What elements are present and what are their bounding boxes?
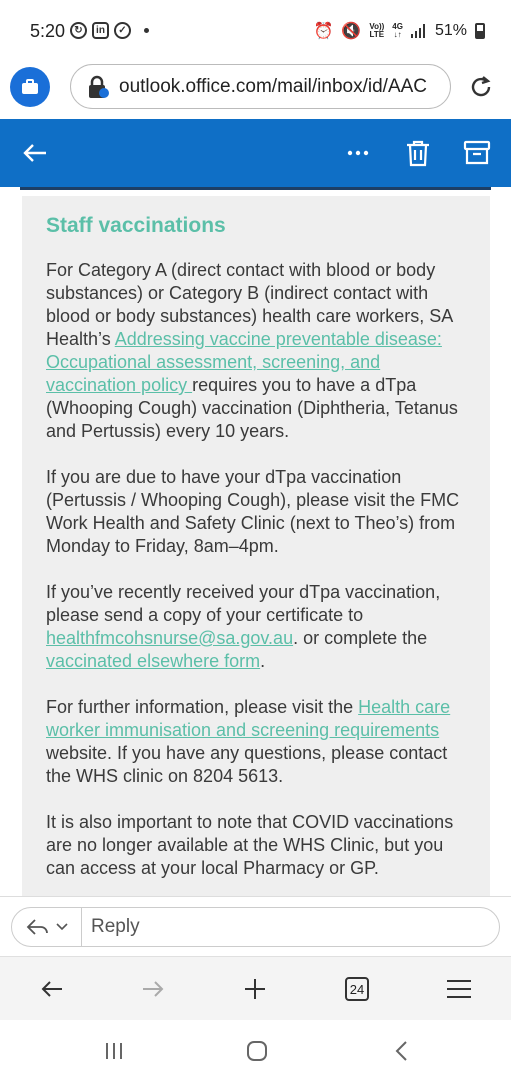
linkedin-icon: in [92, 22, 109, 39]
briefcase-icon [22, 79, 38, 94]
reply-options-button[interactable] [12, 908, 82, 946]
archive-button[interactable] [460, 136, 494, 170]
mail-header [0, 119, 511, 187]
back-button[interactable] [18, 136, 52, 170]
tab-count: 24 [345, 977, 369, 1001]
browser-back-button[interactable] [34, 971, 70, 1007]
email-link[interactable]: healthfmcohsnurse@sa.gov.au [46, 628, 293, 648]
home-button[interactable] [242, 1036, 272, 1066]
reply-placeholder: Reply [91, 916, 140, 937]
message-body: Staff vaccinations For Category A (direc… [0, 190, 511, 896]
recents-icon [106, 1043, 122, 1059]
paragraph-text: For further information, please visit th… [46, 697, 359, 717]
volte-icon: Vo)) LTE [369, 22, 385, 39]
network-4g-icon: 4G ↓↑ [392, 22, 403, 39]
paragraph-text: If you’ve recently received your dTpa va… [46, 582, 441, 625]
mute-icon: 🔇 [341, 23, 362, 40]
arrow-left-icon [23, 144, 46, 162]
address-bar[interactable]: outlook.office.com/mail/inbox/id/AAC [70, 64, 451, 109]
browser-menu-button[interactable] [441, 971, 477, 1007]
paragraph-category: For Category A (direct contact with bloo… [46, 259, 466, 443]
paragraph-text: . or complete the [293, 628, 428, 648]
vaccinated-elsewhere-link[interactable]: vaccinated elsewhere form [46, 651, 260, 671]
alarm-icon: ⏰ [313, 23, 334, 40]
tabs-button[interactable]: 24 [339, 971, 375, 1007]
reply-bar: Reply [0, 896, 511, 956]
status-bar: 5:20 ↻ in ✓ ⏰ 🔇 Vo)) LTE 4G ↓↑ 51% [0, 0, 511, 62]
archive-icon [463, 140, 491, 165]
recents-button[interactable] [99, 1036, 129, 1066]
paragraph-further-info: For further information, please visit th… [46, 696, 466, 788]
more-notifications-icon [144, 28, 149, 33]
reply-arrow-icon [26, 919, 48, 935]
battery-icon [475, 23, 485, 39]
lock-icon [89, 75, 109, 98]
home-icon [247, 1041, 267, 1061]
section-title: Staff vaccinations [46, 214, 226, 237]
paragraph-text: . [260, 651, 266, 671]
vaccination-card: Staff vaccinations For Category A (direc… [22, 196, 490, 896]
ellipsis-icon [347, 150, 369, 156]
trash-icon [407, 140, 429, 167]
notification-icons: ↻ in ✓ [70, 22, 149, 39]
arrow-left-icon [41, 981, 62, 997]
paragraph-text: website. If you have any questions, plea… [46, 743, 448, 786]
reply-field[interactable]: Reply [11, 907, 500, 947]
signal-icon [410, 24, 425, 38]
system-back-button[interactable] [386, 1036, 416, 1066]
chevron-left-icon [395, 1041, 407, 1061]
system-icons: ⏰ 🔇 Vo)) LTE 4G ↓↑ 51% [313, 21, 485, 41]
paragraph-covid: It is also important to note that COVID … [46, 812, 454, 878]
more-options-button[interactable] [342, 136, 374, 170]
delete-button[interactable] [401, 136, 435, 170]
new-tab-button[interactable] [237, 971, 273, 1007]
reload-icon[interactable] [467, 73, 495, 101]
hamburger-menu-icon [447, 980, 471, 998]
sync-icon: ↻ [70, 22, 87, 39]
paragraph-clinic: If you are due to have your dTpa vaccina… [46, 467, 460, 556]
plus-icon [245, 979, 265, 999]
briefcase-tab-button[interactable] [10, 67, 50, 107]
arrow-right-icon [143, 981, 164, 997]
chevron-down-icon [56, 923, 68, 931]
url-text: outlook.office.com/mail/inbox/id/AAC [119, 75, 428, 97]
system-nav-bar [0, 1020, 511, 1080]
browser-forward-button[interactable] [135, 971, 171, 1007]
browser-toolbar: outlook.office.com/mail/inbox/id/AAC [0, 62, 511, 118]
check-icon: ✓ [114, 22, 131, 39]
clock: 5:20 [30, 21, 66, 41]
browser-bottom-bar: 24 [0, 956, 511, 1020]
battery-percent: 51% [434, 22, 467, 39]
paragraph-certificate: If you’ve recently received your dTpa va… [46, 581, 466, 673]
